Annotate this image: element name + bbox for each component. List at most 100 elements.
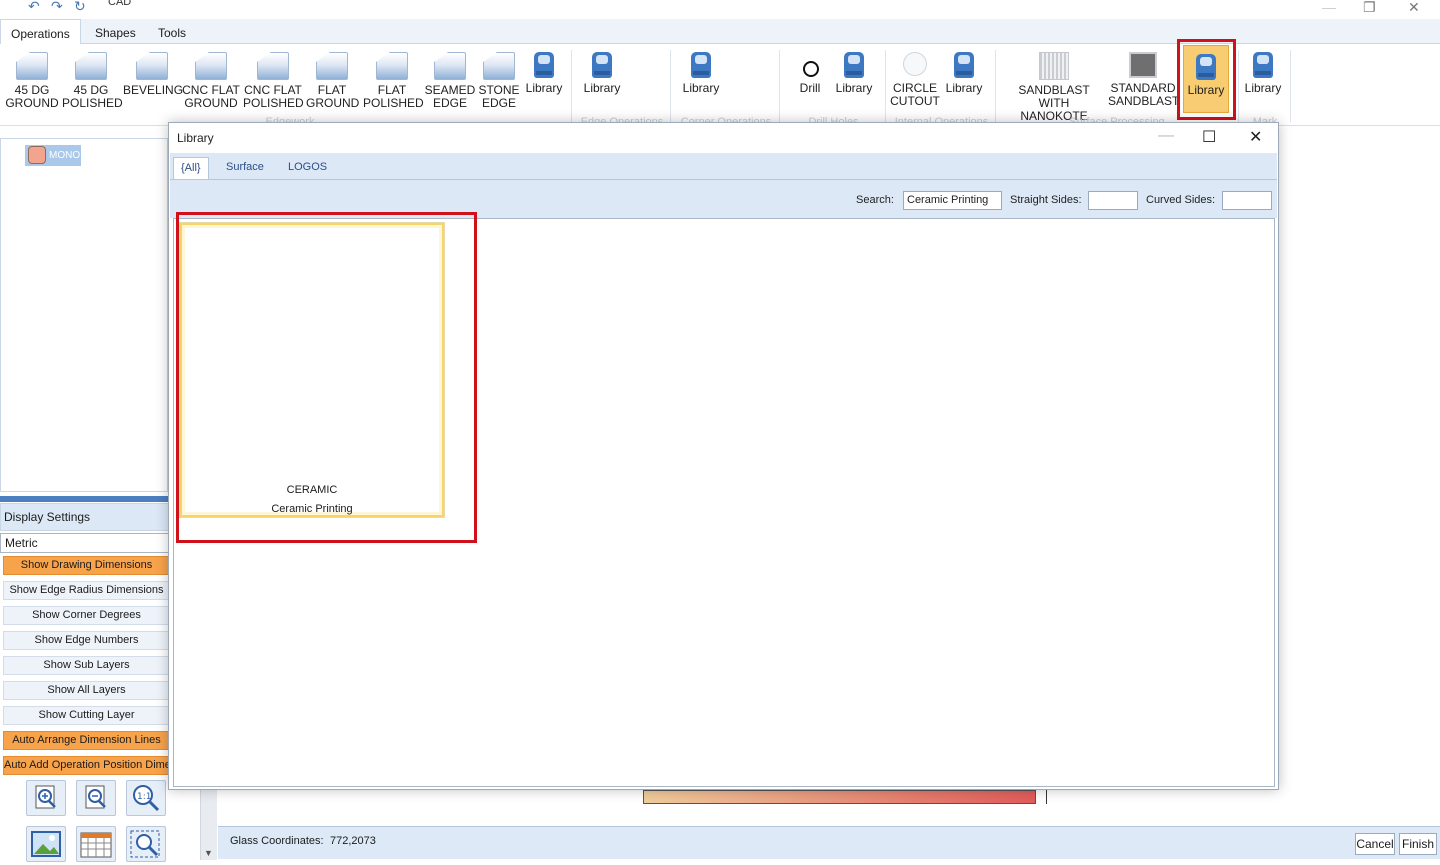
fit-image-button[interactable] — [26, 826, 66, 862]
library-button-internal-ops[interactable]: Library — [942, 44, 986, 122]
stone-edge-button[interactable]: STONE EDGE — [478, 44, 520, 122]
edge-profile-icon — [483, 52, 515, 80]
group-separator — [995, 50, 996, 122]
button-label: Drill — [799, 81, 821, 95]
library-icon — [1196, 54, 1216, 80]
tab-surface[interactable]: Surface — [219, 157, 271, 179]
panel-splitter[interactable] — [0, 496, 170, 502]
library-button-edge-ops[interactable]: Library — [578, 44, 626, 122]
tree-item-mono[interactable]: MONO — [25, 145, 81, 166]
edge-profile-icon — [316, 52, 348, 80]
svg-text:1:1: 1:1 — [137, 792, 151, 802]
glass-shape[interactable] — [643, 790, 1036, 804]
finish-button[interactable]: Finish — [1399, 833, 1437, 855]
zoom-out-button[interactable] — [76, 780, 116, 816]
library-button-corner-ops[interactable]: Library — [678, 44, 724, 122]
glass-coordinates-value: 772,2073 — [330, 835, 376, 847]
close-icon[interactable]: ✕ — [1408, 0, 1420, 16]
grid-icon — [80, 832, 112, 858]
display-setting-button[interactable]: Show All Layers — [3, 681, 170, 700]
edge-profile-icon — [195, 52, 227, 80]
display-settings-header: Display Settings — [0, 503, 170, 531]
zoom-in-button[interactable] — [26, 780, 66, 816]
button-label: SANDBLAST — [1108, 94, 1180, 108]
button-label: GROUND — [5, 96, 59, 110]
tab-logos[interactable]: LOGOS — [281, 157, 334, 179]
library-button-edgework[interactable]: Library — [522, 44, 566, 122]
tab-tools[interactable]: Tools — [148, 19, 196, 43]
button-label: EDGE — [432, 96, 467, 110]
library-button-mark[interactable]: Library — [1241, 44, 1285, 122]
display-setting-button[interactable]: Show Cutting Layer — [3, 706, 170, 725]
display-setting-button[interactable]: Show Edge Numbers — [3, 631, 170, 650]
curved-sides-input[interactable] — [1222, 191, 1272, 210]
button-label: BEVELING — [123, 83, 184, 97]
cnc-flat-ground-button[interactable]: CNC FLAT GROUND — [182, 44, 240, 122]
display-setting-button[interactable]: Show Drawing Dimensions — [3, 556, 170, 575]
drill-button[interactable]: Drill — [792, 44, 828, 122]
dialog-close-icon[interactable]: ✕ — [1249, 127, 1262, 147]
circle-cutout-button[interactable]: CIRCLE CUTOUT — [890, 44, 940, 122]
group-separator — [1290, 50, 1291, 122]
button-label: Library — [1187, 83, 1225, 97]
tab-shapes[interactable]: Shapes — [85, 19, 146, 43]
button-label: Library — [682, 81, 720, 95]
zoom-actual-size-button[interactable]: 1:1 — [126, 780, 166, 816]
straight-sides-input[interactable] — [1088, 191, 1138, 210]
dg45-ground-button[interactable]: 45 DG GROUND — [4, 44, 60, 122]
dialog-minimize-icon[interactable]: — — [1158, 127, 1174, 145]
tab-all[interactable]: {All} — [173, 157, 209, 179]
button-label: Library — [835, 81, 873, 95]
library-icon — [844, 52, 864, 78]
vertical-scrollbar[interactable]: ▼ — [200, 790, 217, 860]
display-setting-button[interactable]: Auto Arrange Dimension Lines — [3, 731, 170, 750]
zoom-selection-button[interactable] — [126, 826, 166, 862]
tab-operations[interactable]: Operations — [0, 19, 81, 45]
group-separator — [670, 50, 671, 122]
button-label: POLISHED — [243, 96, 304, 110]
seamed-edge-button[interactable]: SEAMED EDGE — [424, 44, 476, 122]
scroll-down-icon[interactable]: ▼ — [204, 848, 213, 858]
standard-sandblast-button[interactable]: STANDARD SANDBLAST — [1108, 44, 1180, 122]
display-setting-button[interactable]: Auto Add Operation Position Dime — [3, 756, 170, 775]
undo-icon[interactable]: ↶ — [28, 0, 44, 14]
beveling-button[interactable]: BEVELING — [123, 44, 184, 122]
display-setting-button[interactable]: Show Edge Radius Dimensions — [3, 581, 170, 600]
display-setting-button[interactable]: Show Sub Layers — [3, 656, 170, 675]
restore-icon[interactable]: ❐ — [1363, 0, 1376, 16]
sandblast-icon — [1129, 52, 1157, 78]
library-button-drill[interactable]: Library — [832, 44, 876, 122]
button-label: EDGE — [481, 96, 516, 110]
unit-select[interactable]: Metric — [0, 533, 170, 553]
flat-ground-button[interactable]: FLAT GROUND — [306, 44, 359, 122]
search-input[interactable]: Ceramic Printing — [903, 191, 1002, 210]
redo-icon[interactable]: ↷ — [51, 0, 67, 14]
refresh-icon[interactable]: ↻ — [74, 0, 90, 14]
edge-profile-icon — [434, 52, 466, 80]
circle-cutout-icon — [902, 52, 928, 78]
flat-polished-button[interactable]: FLAT POLISHED — [363, 44, 424, 122]
button-label: Library — [945, 81, 983, 95]
grid-button[interactable] — [76, 826, 116, 862]
cancel-button[interactable]: Cancel — [1355, 833, 1395, 855]
display-setting-button[interactable]: Show Corner Degrees — [3, 606, 170, 625]
ribbon: 45 DG GROUND 45 DG POLISHED BEVELING CNC… — [0, 39, 1440, 126]
cnc-flat-polished-button[interactable]: CNC FLAT POLISHED — [243, 44, 304, 122]
sandblast-nanokote-button[interactable]: SANDBLAST WITH NANOKOTE — [1002, 44, 1106, 123]
minimize-icon[interactable]: — — [1322, 0, 1336, 15]
edge-profile-icon — [16, 52, 48, 80]
library-icon — [1253, 52, 1273, 78]
library-button-surface-processing[interactable]: Library — [1183, 45, 1229, 113]
edge-profile-icon — [257, 52, 289, 80]
library-items-area: CERAMIC Ceramic Printing — [173, 212, 1275, 787]
edge-profile-icon — [75, 52, 107, 80]
image-icon — [31, 831, 61, 857]
dialog-maximize-icon[interactable]: ☐ — [1202, 127, 1216, 147]
dimension-tick — [1046, 790, 1047, 804]
zoom-out-icon — [85, 785, 106, 809]
zoom-actual-size-icon: 1:1 — [133, 785, 160, 812]
dg45-polished-button[interactable]: 45 DG POLISHED — [62, 44, 123, 122]
straight-sides-label: Straight Sides: — [1010, 194, 1082, 206]
edge-profile-icon — [136, 52, 168, 80]
sandblast-icon — [1039, 52, 1069, 80]
